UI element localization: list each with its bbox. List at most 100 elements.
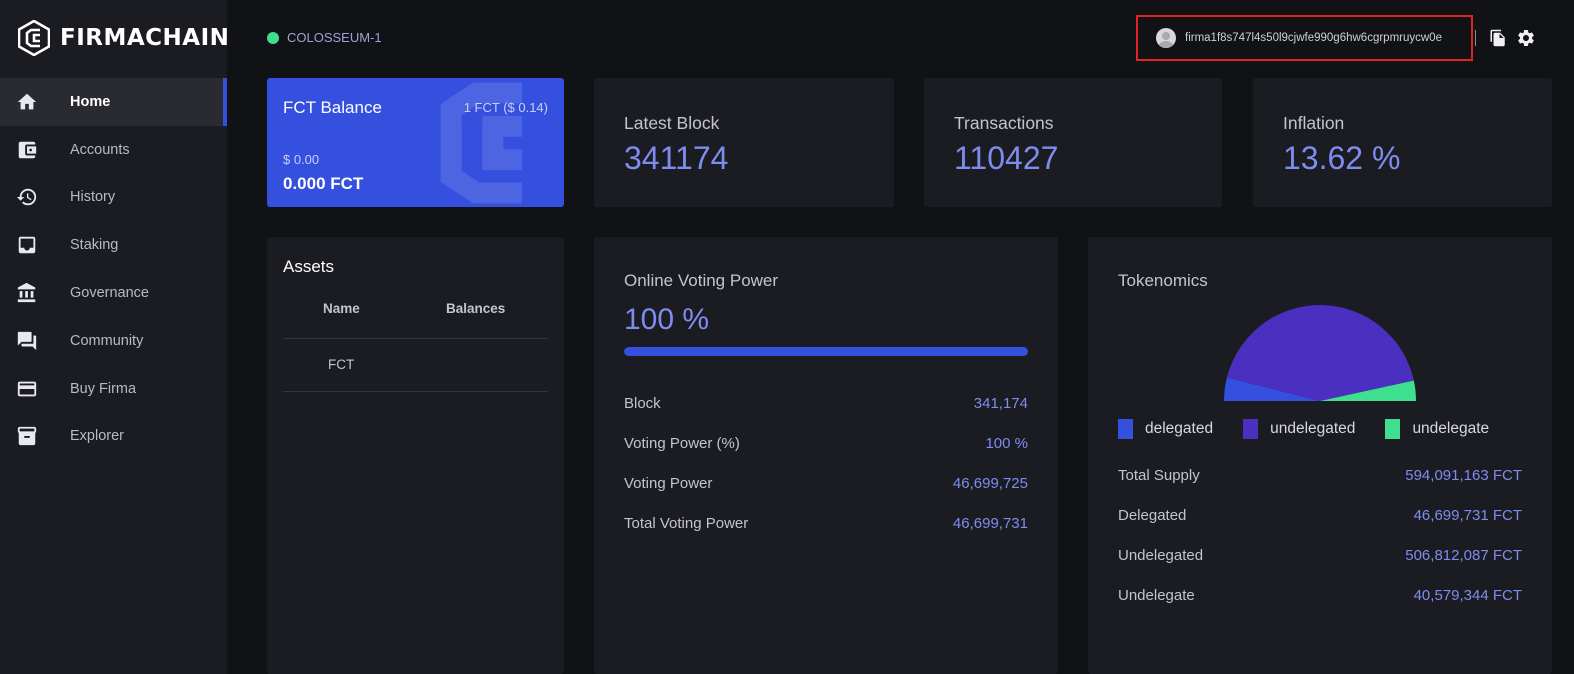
sidebar-item-history[interactable]: History [0, 174, 227, 222]
network-name: COLOSSEUM-1 [287, 30, 382, 45]
row-value: 594,091,163 FCT [1405, 467, 1522, 484]
chart-legend: delegated undelegated undelegate [1118, 419, 1519, 439]
sidebar: FIRMACHAIN Home Accounts History Staking [0, 0, 229, 674]
balance-rate: 1 FCT ($ 0.14) [463, 100, 548, 115]
transactions-card: Transactions 110427 [924, 78, 1222, 207]
wallet-icon [16, 139, 38, 161]
sidebar-item-explorer[interactable]: Explorer [0, 413, 227, 461]
sidebar-item-buy-firma[interactable]: Buy Firma [0, 365, 227, 413]
sidebar-item-label: Governance [70, 285, 149, 302]
row-label: Total Supply [1118, 467, 1200, 484]
row-value: 46,699,731 FCT [1413, 507, 1522, 524]
address-text: firma1f8s747l4s50l9cjwfe990g6hw6cgrpmruy… [1185, 32, 1442, 44]
legend-item-undelegated[interactable]: undelegated [1243, 419, 1355, 439]
stat-label: Inflation [1283, 113, 1345, 133]
legend-swatch [1385, 419, 1401, 439]
legend-label: undelegate [1412, 420, 1490, 437]
history-icon [16, 186, 38, 208]
sidebar-item-label: Accounts [70, 141, 130, 158]
row-value: 46,699,731 [952, 515, 1028, 532]
sidebar-item-label: Home [70, 93, 111, 110]
row-value: 40,579,344 FCT [1413, 587, 1522, 604]
voting-power-row: Voting Power 46,699,725 [624, 475, 1028, 495]
undelegate-row: Undelegate 40,579,344 FCT [1118, 587, 1522, 607]
fct-balance-card: FCT Balance 1 FCT ($ 0.14) $ 0.00 0.000 … [267, 78, 564, 207]
sidebar-item-label: Buy Firma [70, 380, 137, 397]
row-label: Block [624, 395, 661, 412]
row-value: 46,699,725 [952, 475, 1028, 492]
wallet-address[interactable]: firma1f8s747l4s50l9cjwfe990g6hw6cgrpmruy… [1136, 15, 1473, 61]
copy-icon[interactable] [1489, 28, 1507, 48]
legend-swatch [1243, 419, 1259, 439]
stat-value: 341174 [624, 140, 729, 176]
column-header-balances: Balances [446, 301, 506, 316]
asset-name: FCT [328, 357, 355, 372]
delegated-row: Delegated 46,699,731 FCT [1118, 507, 1522, 527]
sidebar-item-label: Explorer [70, 428, 124, 445]
network-indicator: COLOSSEUM-1 [267, 30, 382, 45]
row-value: 100 % [985, 435, 1028, 452]
total-supply-row: Total Supply 594,091,163 FCT [1118, 467, 1522, 487]
stat-value: 13.62 % [1283, 140, 1401, 176]
sidebar-item-governance[interactable]: Governance [0, 269, 227, 317]
voting-power-progress [624, 347, 1028, 356]
gear-icon[interactable] [1516, 28, 1536, 48]
latest-block-card: Latest Block 341174 [594, 78, 894, 207]
legend-label: delegated [1145, 420, 1214, 437]
stat-label: Transactions [954, 113, 1054, 133]
row-label: Voting Power (%) [624, 435, 740, 452]
row-label: Voting Power [624, 475, 713, 492]
voting-power-card: Online Voting Power 100 % Block 341,174 … [594, 237, 1058, 674]
inflation-card: Inflation 13.62 % [1253, 78, 1552, 207]
balance-usd: $ 0.00 [283, 152, 320, 167]
credit-card-icon [16, 378, 38, 400]
firmachain-logo-icon [18, 20, 50, 56]
legend-item-undelegate[interactable]: undelegate [1385, 419, 1489, 439]
stat-label: Latest Block [624, 113, 720, 133]
voting-power-percent-row: Voting Power (%) 100 % [624, 435, 1028, 455]
undelegated-row: Undelegated 506,812,087 FCT [1118, 547, 1522, 567]
header-divider [1475, 30, 1476, 46]
table-row[interactable]: FCT [283, 339, 548, 392]
chat-icon [16, 330, 38, 352]
legend-label: undelegated [1270, 420, 1356, 437]
row-value: 506,812,087 FCT [1405, 547, 1522, 564]
tokenomics-title: Tokenomics [1118, 271, 1208, 290]
assets-table-header: Name Balances [283, 295, 548, 339]
firmachain-watermark-icon [440, 82, 522, 204]
row-label: Delegated [1118, 507, 1187, 524]
avatar [1156, 28, 1176, 48]
sidebar-item-accounts[interactable]: Accounts [0, 126, 227, 174]
sidebar-item-staking[interactable]: Staking [0, 221, 227, 269]
sidebar-item-label: Community [70, 332, 144, 349]
balance-amount: 0.000 FCT [283, 174, 364, 193]
balance-title: FCT Balance [283, 98, 382, 117]
column-header-name: Name [323, 301, 360, 316]
voting-power-progress-fill [624, 347, 1028, 356]
row-label: Undelegated [1118, 547, 1204, 564]
home-icon [16, 91, 38, 113]
row-value: 341,174 [973, 395, 1028, 412]
sidebar-item-label: History [70, 189, 116, 206]
sidebar-nav: Home Accounts History Staking Governance [0, 78, 227, 460]
stat-value: 110427 [954, 140, 1059, 176]
voting-power-title: Online Voting Power [624, 271, 779, 290]
inbox-icon [16, 234, 38, 256]
sidebar-item-label: Staking [70, 237, 119, 254]
legend-item-delegated[interactable]: delegated [1118, 419, 1213, 439]
brand[interactable]: FIRMACHAIN [18, 20, 229, 56]
sidebar-item-community[interactable]: Community [0, 317, 227, 365]
block-row: Block 341,174 [624, 395, 1028, 415]
brand-name: FIRMACHAIN [60, 25, 230, 51]
legend-swatch [1118, 419, 1133, 439]
sidebar-item-home[interactable]: Home [0, 78, 227, 126]
total-voting-power-row: Total Voting Power 46,699,731 [624, 515, 1028, 535]
tokenomics-card: Tokenomics delegated undelegated undeleg… [1088, 237, 1552, 674]
archive-icon [16, 425, 38, 447]
voting-power-percent: 100 % [624, 303, 710, 336]
network-status-dot [267, 31, 279, 44]
tokenomics-chart [1224, 304, 1416, 401]
row-label: Total Voting Power [624, 515, 749, 532]
assets-card: Assets Name Balances FCT [267, 237, 564, 674]
row-label: Undelegate [1118, 587, 1195, 604]
